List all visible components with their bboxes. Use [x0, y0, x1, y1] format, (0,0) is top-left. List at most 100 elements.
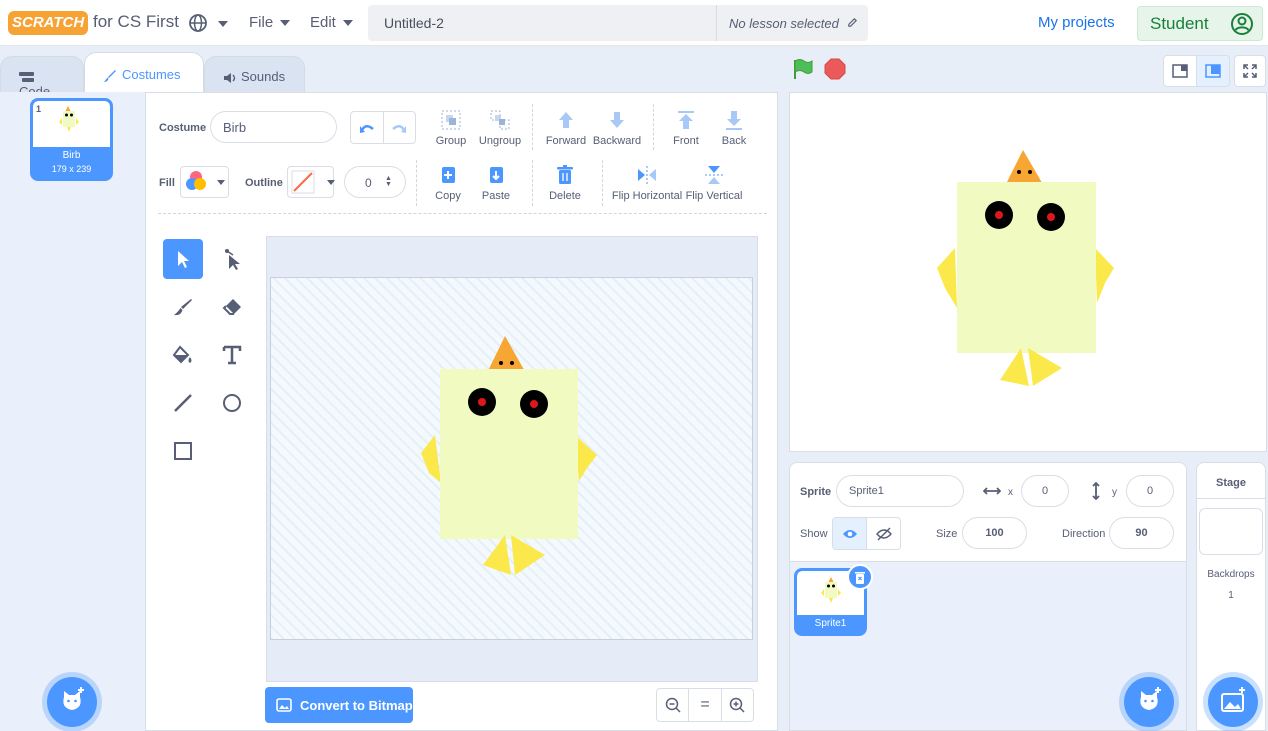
fill-swatch-icon [186, 171, 206, 190]
tab-code[interactable]: Code [0, 56, 84, 99]
zoom-reset-button[interactable]: = [689, 689, 722, 721]
outline-width-value: 0 [365, 176, 372, 190]
ungroup-icon [490, 110, 510, 130]
zoom-in-button[interactable] [722, 689, 753, 721]
zoom-out-button[interactable] [657, 689, 690, 721]
account-button[interactable]: Student [1137, 6, 1263, 41]
rectangle-tool[interactable] [163, 431, 203, 471]
stepper-arrows-icon[interactable]: ▲ ▼ [385, 175, 392, 188]
eraser-tool[interactable] [212, 287, 252, 327]
select-tool[interactable] [163, 239, 203, 279]
code-icon [19, 72, 34, 83]
undo-button[interactable] [351, 112, 384, 143]
file-menu-label: File [249, 14, 274, 31]
y-input[interactable]: 0 [1126, 475, 1174, 507]
birb-left-foot [483, 535, 511, 575]
outline-color-picker[interactable] [287, 166, 335, 198]
outline-width-input[interactable]: 0 ▲ ▼ [344, 166, 406, 198]
y-label: y [1112, 487, 1117, 498]
costume-name-input[interactable]: Birb [210, 111, 337, 143]
birb-costume-drawing[interactable] [415, 333, 605, 578]
toolbar-divider [532, 160, 533, 206]
text-tool[interactable] [212, 335, 252, 375]
flip-vertical-label: Flip Vertical [685, 190, 743, 202]
stage-sprite-birb[interactable] [935, 148, 1120, 388]
zoom-in-icon [730, 697, 745, 713]
toolbar-divider [532, 104, 533, 150]
chevron-down-icon [327, 180, 335, 185]
paste-button[interactable]: Paste [466, 164, 526, 202]
flip-horizontal-button[interactable]: Flip Horizontal [609, 164, 685, 202]
brush-tool[interactable] [163, 287, 203, 327]
fill-color-picker[interactable] [180, 166, 229, 198]
sprite-name-input[interactable]: Sprite1 [836, 475, 964, 507]
trash-icon [557, 165, 573, 184]
costume-index: 1 [36, 104, 42, 114]
small-stage-button[interactable] [1163, 55, 1197, 87]
delete-button[interactable]: Delete [535, 164, 595, 202]
ungroup-button[interactable]: Ungroup [470, 109, 530, 147]
language-menu[interactable] [188, 13, 229, 36]
tab-costumes[interactable]: Costumes [84, 52, 204, 92]
outline-label: Outline [245, 177, 283, 189]
backdrops-label: Backdrops [1207, 569, 1255, 580]
copy-label: Copy [435, 190, 461, 202]
circle-icon [223, 394, 241, 412]
paint-bucket-icon [172, 345, 192, 364]
delete-sprite-button[interactable] [847, 564, 873, 590]
delete-label: Delete [549, 190, 581, 202]
convert-to-bitmap-button[interactable]: Convert to Bitmap [265, 687, 413, 723]
x-input[interactable]: 0 [1021, 475, 1069, 507]
x-label: x [1008, 487, 1013, 498]
project-title-input[interactable]: Untitled-2 [368, 5, 716, 41]
stage-pane-header [1196, 462, 1266, 499]
backdrop-thumbnail[interactable] [1199, 508, 1263, 555]
edit-menu-label: Edit [310, 14, 336, 31]
scratch-logo[interactable]: SCRATCH [8, 11, 89, 35]
flip-vertical-icon [705, 166, 723, 184]
hide-button[interactable] [867, 518, 900, 549]
flip-vertical-button[interactable]: Flip Vertical [684, 164, 744, 202]
horizontal-arrows-icon [983, 487, 1001, 495]
costume-tile[interactable]: 1 Birb 179 x 239 [30, 98, 113, 181]
line-icon [174, 394, 192, 412]
file-menu[interactable]: File [249, 14, 291, 31]
line-tool[interactable] [163, 383, 203, 423]
choose-backdrop-button[interactable] [1208, 677, 1258, 727]
fullscreen-icon [1243, 64, 1257, 78]
backward-button[interactable]: Backward [587, 109, 647, 147]
costume-name: Birb [62, 150, 81, 161]
my-projects-link[interactable]: My projects [1038, 14, 1115, 31]
undo-icon [359, 124, 374, 133]
stop-icon[interactable] [824, 58, 846, 80]
choose-costume-button[interactable] [47, 677, 97, 727]
reshape-tool[interactable] [212, 239, 252, 279]
birb-body [440, 369, 578, 539]
arrow-cursor-icon [178, 251, 189, 268]
circle-tool[interactable] [212, 383, 252, 423]
tab-sounds[interactable]: Sounds [204, 56, 305, 92]
choose-sprite-button[interactable] [1124, 677, 1174, 727]
fill-label: Fill [159, 177, 175, 189]
fill-tool[interactable] [163, 335, 203, 375]
add-backdrop-icon [1221, 687, 1245, 712]
edit-menu[interactable]: Edit [310, 14, 353, 31]
show-button[interactable] [833, 518, 867, 549]
green-flag-icon[interactable] [792, 58, 814, 80]
undo-redo-group [350, 111, 416, 144]
zoom-out-icon [665, 697, 681, 713]
direction-input[interactable]: 90 [1109, 517, 1174, 549]
redo-icon [392, 124, 407, 133]
user-name: Student [1150, 14, 1209, 33]
fullscreen-button[interactable] [1234, 55, 1266, 87]
large-stage-icon [1205, 64, 1221, 78]
tab-costumes-label: Costumes [122, 67, 181, 82]
visibility-toggle [832, 517, 901, 550]
toolbar-divider [602, 160, 603, 206]
redo-button[interactable] [384, 112, 416, 143]
back-button[interactable]: Back [704, 109, 764, 147]
flip-horizontal-label: Flip Horizontal [611, 190, 683, 202]
large-stage-button[interactable] [1196, 55, 1230, 87]
lesson-selector[interactable]: No lesson selected [716, 5, 868, 41]
size-input[interactable]: 100 [962, 517, 1027, 549]
